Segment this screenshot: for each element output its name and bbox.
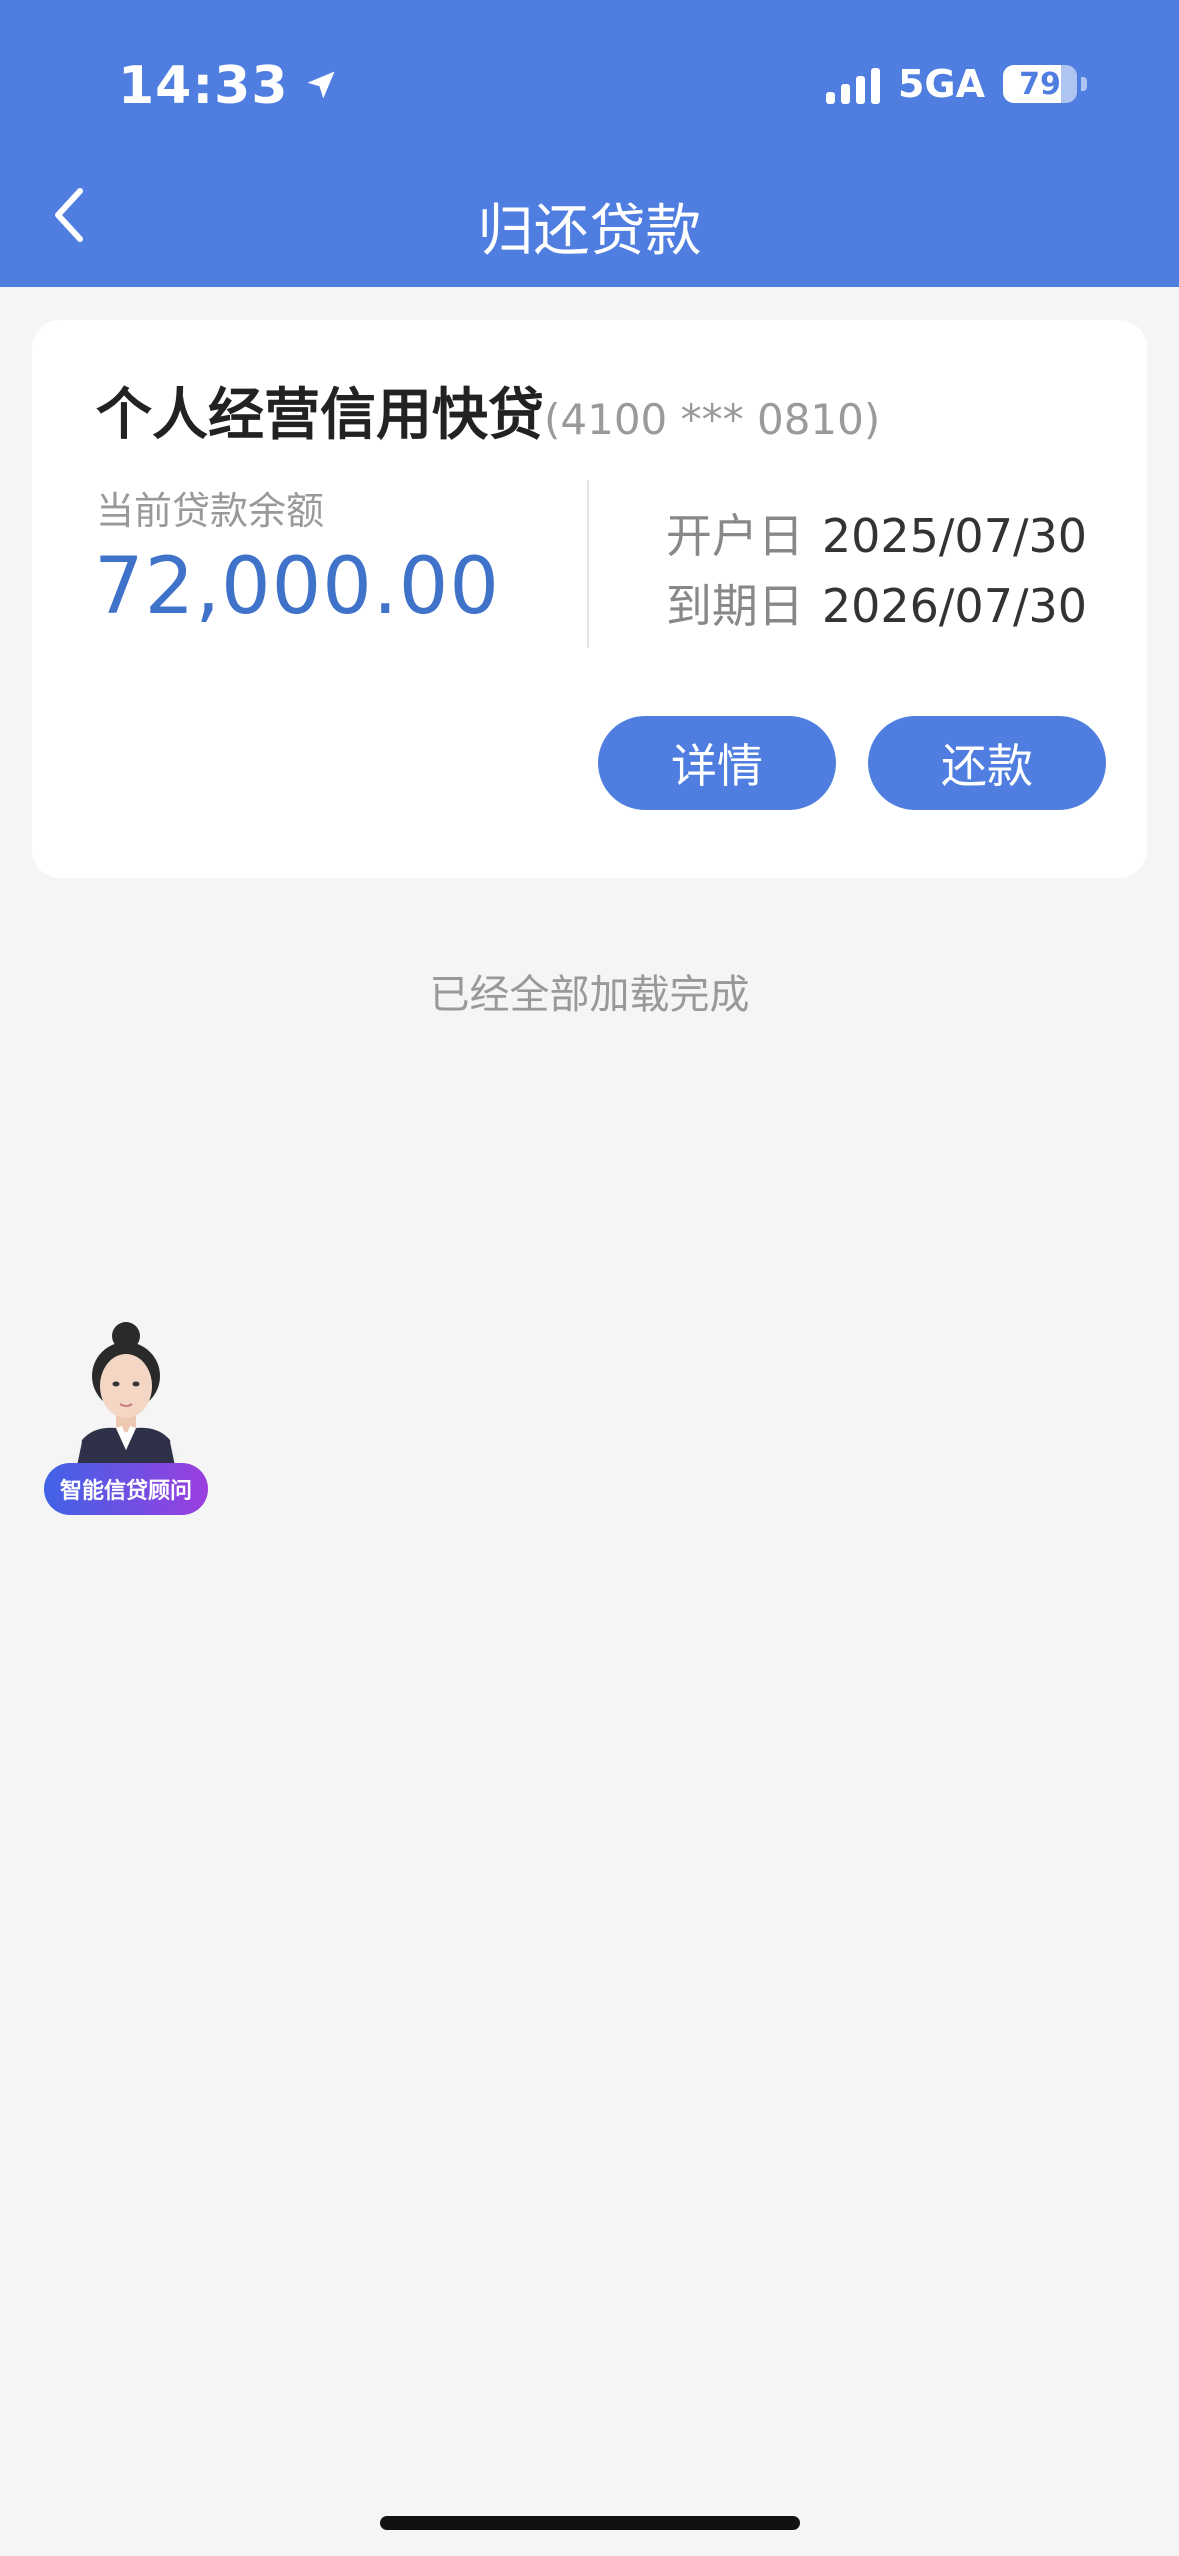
advisor-avatar — [70, 1322, 182, 1480]
status-time-text: 14:33 — [118, 56, 289, 116]
card-divider — [587, 480, 589, 648]
list-end-text: 已经全部加载完成 — [429, 972, 750, 1018]
app-header: 14:33 5GA 79 归还贷款 — [0, 0, 1179, 287]
advisor-widget[interactable]: 智能信贷顾问 — [44, 1320, 208, 1515]
home-indicator[interactable] — [380, 2516, 800, 2530]
due-date-value: 2026/07/30 — [821, 579, 1087, 633]
network-type: 5GA — [897, 62, 985, 106]
page-title: 归还贷款 — [477, 199, 702, 264]
battery-icon: 79 — [1003, 65, 1077, 103]
detail-button[interactable]: 详情 — [598, 716, 836, 810]
due-date-label: 到期日 — [665, 579, 804, 633]
battery-level: 79 — [1019, 66, 1061, 102]
loan-title: 个人经营信用快贷(4100 *** 0810) — [96, 370, 880, 451]
loan-card: 个人经营信用快贷(4100 *** 0810) 当前贷款余额 72,000.00… — [32, 320, 1147, 878]
repay-button[interactable]: 还款 — [868, 716, 1106, 810]
open-date-value: 2025/07/30 — [821, 509, 1087, 563]
loan-account-number: (4100 *** 0810) — [544, 395, 881, 444]
open-date-row: 开户日 2025/07/30 — [666, 500, 1087, 566]
balance-amount: 72,000.00 — [94, 542, 500, 632]
status-indicators: 5GA 79 — [825, 62, 1087, 106]
location-arrow-icon — [303, 56, 339, 116]
signal-icon — [825, 64, 880, 104]
advisor-label: 智能信贷顾问 — [44, 1463, 208, 1515]
open-date-label: 开户日 — [665, 509, 804, 563]
balance-label: 当前贷款余额 — [96, 489, 325, 533]
battery-tip — [1081, 77, 1087, 91]
due-date-row: 到期日 2026/07/30 — [666, 570, 1087, 636]
status-time: 14:33 — [118, 56, 339, 116]
loan-product-name: 个人经营信用快贷 — [96, 383, 544, 448]
